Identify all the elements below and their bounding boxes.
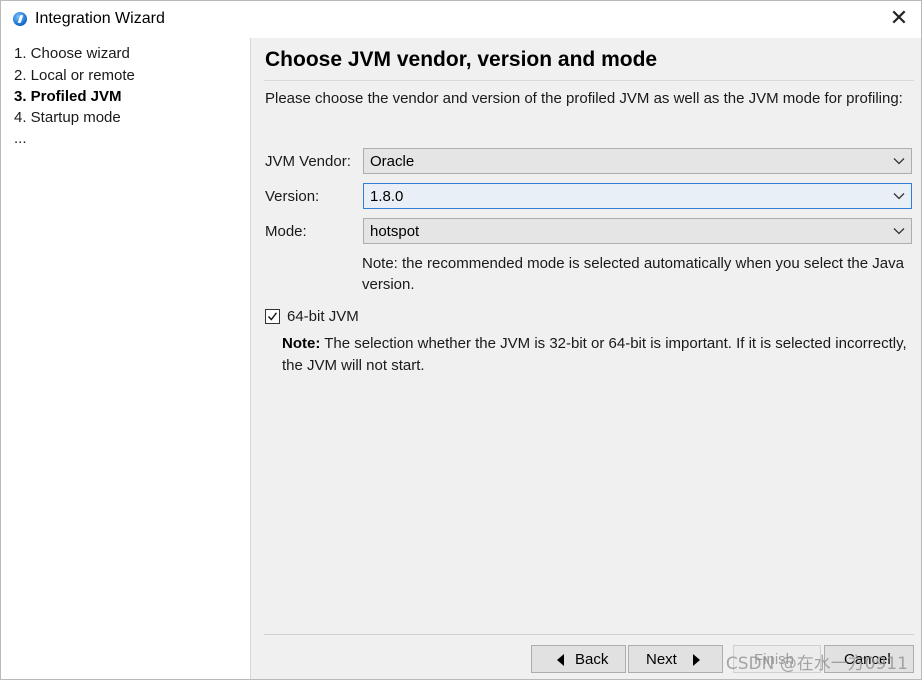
note-text: The selection whether the JVM is 32-bit … [282,335,907,374]
version-label: Version: [265,188,320,205]
version-select[interactable]: 1.8.0 [363,183,912,209]
wizard-content: Choose JVM vendor, version and mode Plea… [251,38,921,679]
64-bit-jvm-checkbox[interactable] [265,309,280,324]
note-bold-label: Note: [282,335,321,352]
bitness-note: Note: The selection whether the JVM is 3… [282,333,907,377]
footer-divider [264,634,914,635]
step-profiled-jvm: 3. Profiled JVM [14,88,122,105]
close-icon[interactable]: ✕ [887,8,911,32]
step-more: ... [14,130,27,147]
page-description: Please choose the vendor and version of … [265,90,903,107]
mode-select[interactable]: hotspot [363,218,912,244]
64-bit-jvm-label[interactable]: 64-bit JVM [287,308,359,325]
window-title: Integration Wizard [35,10,165,27]
arrow-left-icon [557,654,564,666]
step-choose-wizard: 1. Choose wizard [14,45,130,62]
back-button[interactable]: Back [531,645,626,673]
chevron-down-icon [893,228,905,235]
step-startup-mode: 4. Startup mode [14,109,121,126]
chevron-down-icon [893,193,905,200]
app-logo-icon [13,12,27,26]
title-bar: Integration Wizard ✕ [1,1,921,38]
version-value: 1.8.0 [370,188,404,205]
step-local-or-remote: 2. Local or remote [14,67,135,84]
wizard-steps-sidebar: 1. Choose wizard 2. Local or remote 3. P… [1,38,251,679]
next-button[interactable]: Next [628,645,723,673]
jvm-vendor-value: Oracle [370,153,415,170]
integration-wizard-window: Integration Wizard ✕ 1. Choose wizard 2.… [0,0,922,680]
jvm-vendor-select[interactable]: Oracle [363,148,912,174]
finish-button[interactable]: Finish [733,645,821,673]
mode-value: hotspot [370,223,420,240]
mode-label: Mode: [265,223,307,240]
cancel-button[interactable]: Cancel [824,645,914,673]
arrow-right-icon [693,654,700,666]
jvm-vendor-label: JVM Vendor: [265,153,351,170]
mode-note: Note: the recommended mode is selected a… [362,255,904,293]
title-divider [264,80,914,81]
page-title: Choose JVM vendor, version and mode [265,48,658,71]
chevron-down-icon [893,158,905,165]
checkmark-icon [267,312,278,321]
